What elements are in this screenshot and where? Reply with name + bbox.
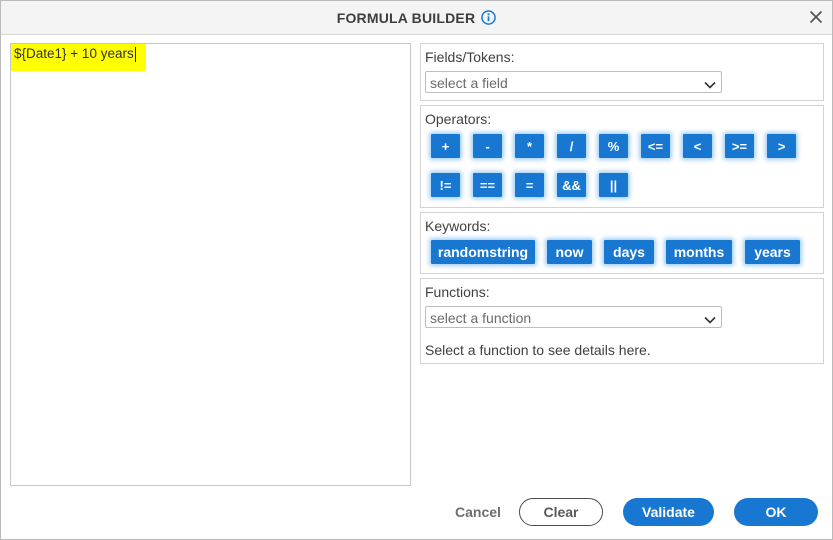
operator-minus-button[interactable]: - (473, 134, 502, 158)
operator-and-button[interactable]: && (557, 173, 586, 197)
operator-plus-button[interactable]: + (431, 134, 460, 158)
function-select[interactable]: select a function (425, 306, 722, 328)
field-select[interactable]: select a field (425, 71, 722, 93)
clear-button[interactable]: Clear (519, 498, 603, 526)
keywords-panel: Keywords: randomstring now days months y… (420, 212, 824, 274)
operator-multiply-button[interactable]: * (515, 134, 544, 158)
keyword-days-button[interactable]: days (604, 240, 654, 264)
validate-button[interactable]: Validate (623, 498, 714, 526)
dialog-title: FORMULA BUILDER (336, 9, 476, 26)
operator-gte-button[interactable]: >= (725, 134, 754, 158)
text-caret (134, 46, 136, 62)
functions-label: Functions: (425, 284, 490, 300)
operators-panel: Operators: + - * / % <= < >= > != == = &… (420, 105, 824, 208)
formula-editor[interactable]: ${Date1} + 10 years (10, 43, 411, 486)
operator-not-equal-button[interactable]: != (431, 173, 460, 197)
formula-text-highlight: ${Date1} + 10 years (11, 44, 146, 71)
keyword-months-button[interactable]: months (666, 240, 732, 264)
keyword-years-button[interactable]: years (745, 240, 800, 264)
operator-divide-button[interactable]: / (557, 134, 586, 158)
cancel-button[interactable]: Cancel (447, 498, 509, 526)
dialog-titlebar: FORMULA BUILDER (1, 1, 832, 35)
operator-or-button[interactable]: || (599, 173, 628, 197)
keywords-label: Keywords: (425, 218, 491, 234)
function-select-value: select a function (430, 310, 532, 326)
fields-label: Fields/Tokens: (425, 49, 515, 65)
formula-builder-dialog: FORMULA BUILDER ${Date1} + 10 years Fiel… (0, 0, 833, 540)
formula-text: ${Date1} + 10 years (14, 46, 134, 61)
keyword-now-button[interactable]: now (547, 240, 592, 264)
chevron-down-icon (703, 76, 717, 90)
operator-assign-button[interactable]: = (515, 173, 544, 197)
operator-lt-button[interactable]: < (683, 134, 712, 158)
title-wrap: FORMULA BUILDER (1, 1, 832, 34)
operators-label: Operators: (425, 111, 492, 127)
operator-equals-button[interactable]: == (473, 173, 502, 197)
close-icon[interactable] (808, 9, 824, 25)
keyword-randomstring-button[interactable]: randomstring (431, 240, 535, 264)
fields-panel: Fields/Tokens: select a field (420, 43, 824, 101)
operator-modulo-button[interactable]: % (599, 134, 628, 158)
operator-gt-button[interactable]: > (767, 134, 796, 158)
ok-button[interactable]: OK (734, 498, 818, 526)
field-select-value: select a field (430, 75, 508, 91)
operator-lte-button[interactable]: <= (641, 134, 670, 158)
chevron-down-icon (703, 311, 717, 325)
info-circle-icon[interactable] (481, 10, 497, 25)
function-description: Select a function to see details here. (425, 342, 651, 358)
functions-panel: Functions: select a function Select a fu… (420, 278, 824, 364)
